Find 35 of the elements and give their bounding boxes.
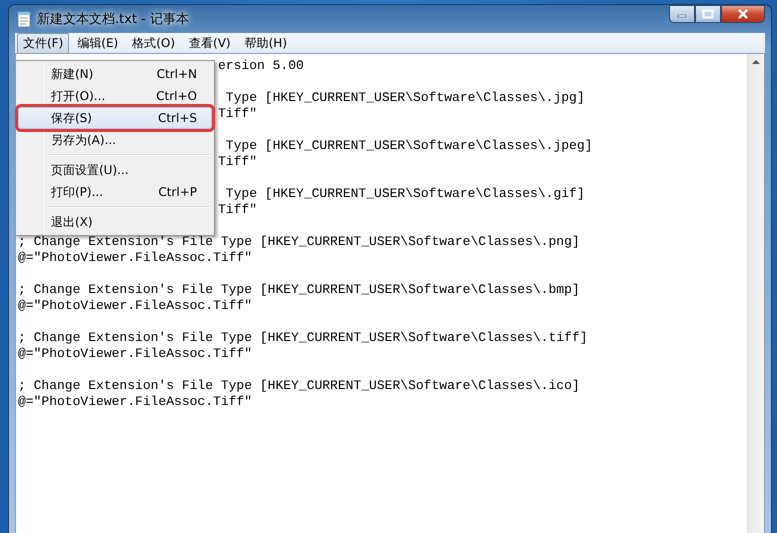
menu-bar-item[interactable]: 文件(F) (17, 32, 70, 54)
text-line: ; Change Extension's File Type [HKEY_CURRENT_USER\Software\Classes\.bmp] (18, 282, 580, 297)
close-icon (737, 9, 749, 19)
text-line: ; Change Extension's File Type [HKEY_CURRENT_USER\Software\Classes\.tiff] (18, 330, 588, 345)
text-line: Tiff" (218, 202, 258, 217)
menu-item[interactable]: 打印(P)... Ctrl+P (18, 181, 212, 203)
menu-bar-item[interactable]: 帮助(H) (238, 32, 293, 54)
menu-item[interactable]: 打开(O)... Ctrl+O (18, 85, 212, 107)
menu-item[interactable]: 保存(S) Ctrl+S (18, 107, 212, 129)
window-title: 新建文本文档.txt - 记事本 (37, 11, 190, 28)
minimize-button[interactable] (669, 5, 695, 23)
menu-bar-item[interactable]: 查看(V) (183, 32, 237, 54)
text-line: Type [HKEY_CURRENT_USER\Software\Classes\.gif] (224, 186, 585, 201)
close-button[interactable] (721, 5, 765, 23)
scrollbar[interactable] (747, 54, 764, 533)
menu-item[interactable]: 另存为(A)... (18, 129, 212, 151)
text-line: @="PhotoViewer.FileAssoc.Tiff" (18, 394, 252, 409)
menu-item[interactable]: 页面设置(U)... (18, 159, 212, 181)
menu-item[interactable]: 新建(N) Ctrl+N (18, 63, 212, 85)
menu-item[interactable]: 退出(X) (18, 211, 212, 233)
maximize-icon (702, 9, 714, 19)
text-line: ; Change Extension's File Type [HKEY_CURRENT_USER\Software\Classes\.png] (18, 234, 580, 249)
maximize-button[interactable] (695, 5, 721, 23)
text-line: @="PhotoViewer.FileAssoc.Tiff" (18, 250, 252, 265)
menu-bar-item[interactable]: 编辑(E) (71, 32, 124, 54)
text-line: @="PhotoViewer.FileAssoc.Tiff" (18, 298, 252, 313)
text-line: ; Change Extension's File Type [HKEY_CURRENT_USER\Software\Classes\.ico] (18, 378, 580, 393)
text-line: Type [HKEY_CURRENT_USER\Software\Classes\.jpeg] (224, 138, 592, 153)
text-line: Type [HKEY_CURRENT_USER\Software\Classes\.jpg] (224, 90, 585, 105)
notepad-icon (17, 10, 31, 28)
menu-bar-item[interactable]: 格式(O) (126, 32, 182, 54)
text-line: Tiff" (218, 154, 258, 169)
text-line: Tiff" (218, 106, 258, 121)
text-line: @="PhotoViewer.FileAssoc.Tiff" (18, 346, 252, 361)
text-line: ersion 5.00 (218, 58, 304, 73)
